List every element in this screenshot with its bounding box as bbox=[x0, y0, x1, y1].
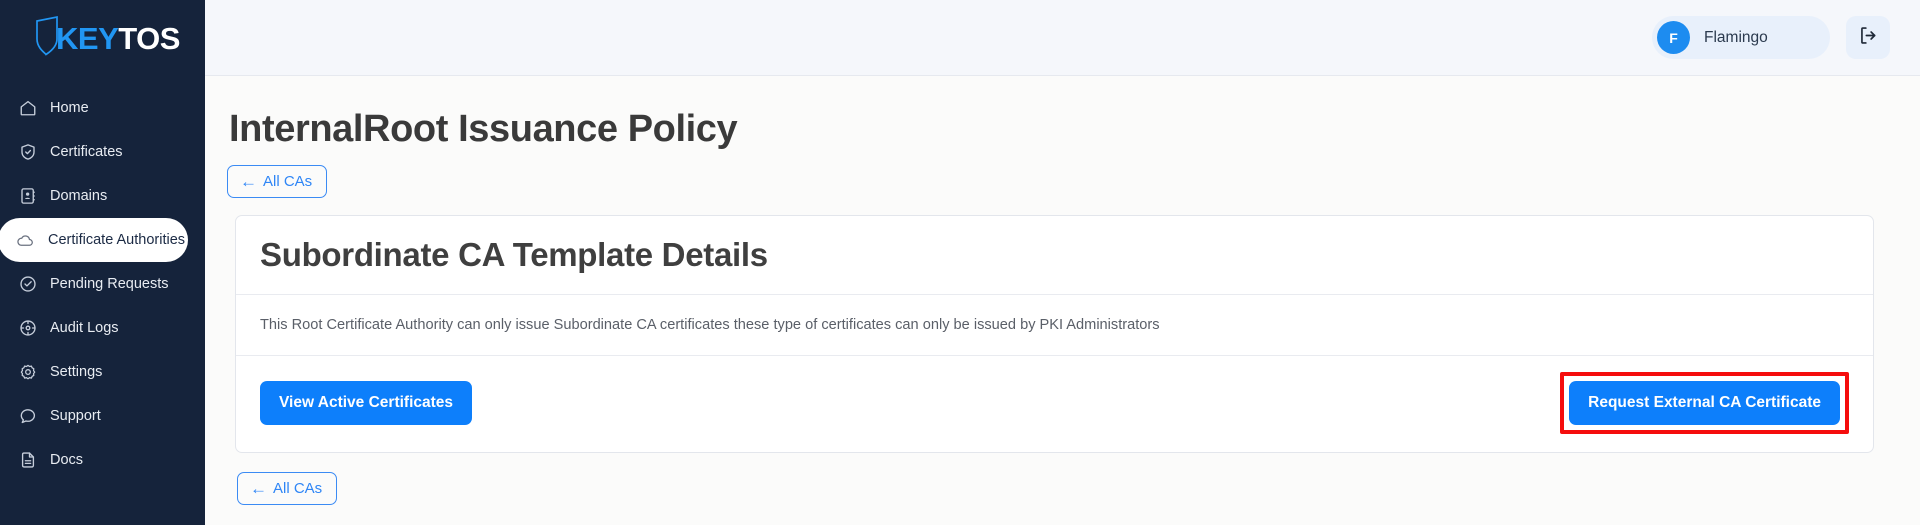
sidebar-item-label: Audit Logs bbox=[50, 320, 119, 336]
logo-text-key: KEY bbox=[56, 20, 119, 56]
sidebar-item-label: Certificates bbox=[50, 144, 123, 160]
app-root: KEYTOS Home Certificates Domains Certifi… bbox=[0, 0, 1920, 525]
compass-icon bbox=[18, 319, 37, 338]
sidebar-item-pending-requests[interactable]: Pending Requests bbox=[0, 262, 205, 306]
chat-bubble-icon bbox=[18, 407, 37, 426]
all-cas-back-button-bottom[interactable]: ← All CAs bbox=[237, 472, 338, 505]
gear-icon bbox=[18, 363, 37, 382]
document-icon bbox=[18, 451, 37, 470]
top-header: F Flamingo bbox=[205, 0, 1920, 76]
page-content: InternalRoot Issuance Policy ← All CAs S… bbox=[205, 76, 1920, 525]
all-cas-back-button-top[interactable]: ← All CAs bbox=[227, 165, 328, 198]
sidebar-item-label: Certificate Authorities bbox=[48, 232, 186, 248]
page-title: InternalRoot Issuance Policy bbox=[229, 108, 738, 150]
sidebar-item-label: Settings bbox=[50, 364, 103, 380]
sidebar-nav: Home Certificates Domains Certificate Au… bbox=[0, 86, 205, 482]
card-title: Subordinate CA Template Details bbox=[260, 236, 768, 273]
arrow-left-icon: ← bbox=[250, 479, 267, 498]
sidebar-item-label: Docs bbox=[50, 452, 84, 468]
sidebar-item-label: Pending Requests bbox=[50, 276, 169, 292]
subordinate-ca-template-card: Subordinate CA Template Details This Roo… bbox=[235, 215, 1874, 453]
card-header: Subordinate CA Template Details bbox=[236, 216, 1873, 295]
app-logo[interactable]: KEYTOS bbox=[0, 0, 205, 76]
card-description: This Root Certificate Authority can only… bbox=[260, 317, 1160, 333]
card-footer: View Active Certificates Request Externa… bbox=[236, 356, 1873, 452]
arrow-left-icon: ← bbox=[240, 172, 257, 191]
card-body: This Root Certificate Authority can only… bbox=[236, 295, 1873, 356]
logo-text-tos: TOS bbox=[118, 20, 180, 56]
sidebar-item-certificate-authorities[interactable]: Certificate Authorities bbox=[0, 218, 188, 262]
user-menu[interactable]: F Flamingo bbox=[1652, 16, 1830, 59]
annotation-highlight-box: Request External CA Certificate bbox=[1560, 372, 1849, 434]
user-name-label: Flamingo bbox=[1704, 28, 1768, 46]
sidebar-item-domains[interactable]: Domains bbox=[0, 174, 205, 218]
sidebar: KEYTOS Home Certificates Domains Certifi… bbox=[0, 0, 205, 525]
sidebar-item-docs[interactable]: Docs bbox=[0, 438, 205, 482]
all-cas-label: All CAs bbox=[273, 480, 323, 497]
sidebar-item-audit-logs[interactable]: Audit Logs bbox=[0, 306, 205, 350]
logout-icon bbox=[1858, 25, 1879, 51]
bottom-button-row: ← All CAs bbox=[237, 453, 1882, 505]
shield-check-icon bbox=[18, 143, 37, 162]
home-icon bbox=[18, 99, 37, 118]
sidebar-item-support[interactable]: Support bbox=[0, 394, 205, 438]
logout-button[interactable] bbox=[1846, 16, 1890, 59]
address-book-icon bbox=[18, 187, 37, 206]
sidebar-item-label: Support bbox=[50, 408, 101, 424]
request-external-ca-certificate-button[interactable]: Request External CA Certificate bbox=[1569, 381, 1840, 425]
sidebar-item-label: Domains bbox=[50, 188, 108, 204]
cloud-icon bbox=[16, 231, 35, 250]
view-active-certificates-button[interactable]: View Active Certificates bbox=[260, 381, 473, 425]
sidebar-item-settings[interactable]: Settings bbox=[0, 350, 205, 394]
sidebar-item-label: Home bbox=[50, 100, 89, 116]
sidebar-item-certificates[interactable]: Certificates bbox=[0, 130, 205, 174]
main-region: F Flamingo InternalRoot Issuance Policy … bbox=[205, 0, 1920, 525]
all-cas-label: All CAs bbox=[263, 173, 313, 190]
sidebar-item-home[interactable]: Home bbox=[0, 86, 205, 130]
avatar: F bbox=[1657, 21, 1690, 54]
check-circle-icon bbox=[18, 275, 37, 294]
